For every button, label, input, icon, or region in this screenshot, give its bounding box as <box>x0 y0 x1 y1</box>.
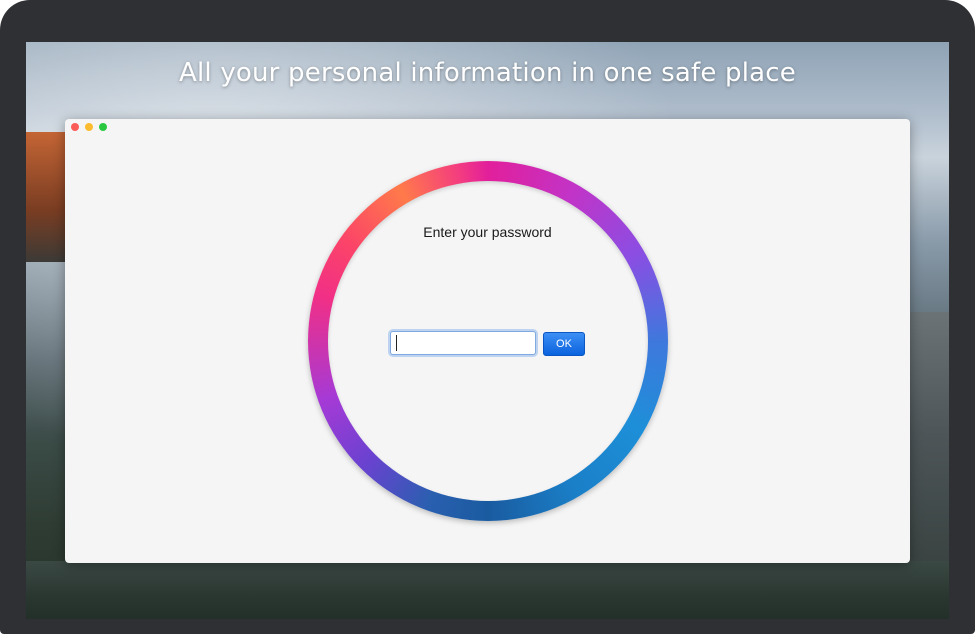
wallpaper-rock <box>26 132 66 262</box>
password-input[interactable] <box>390 331 536 355</box>
wallpaper-valley <box>26 561 949 619</box>
ok-button[interactable]: OK <box>543 332 585 356</box>
close-window-button[interactable] <box>71 123 79 131</box>
maximize-window-button[interactable] <box>99 123 107 131</box>
minimize-window-button[interactable] <box>85 123 93 131</box>
text-cursor <box>396 335 397 351</box>
promo-headline: All your personal information in one saf… <box>179 58 796 88</box>
laptop-bezel: All your personal information in one saf… <box>0 0 975 634</box>
app-window: Enter your password OK <box>65 119 910 563</box>
password-prompt: Enter your password <box>423 224 552 240</box>
